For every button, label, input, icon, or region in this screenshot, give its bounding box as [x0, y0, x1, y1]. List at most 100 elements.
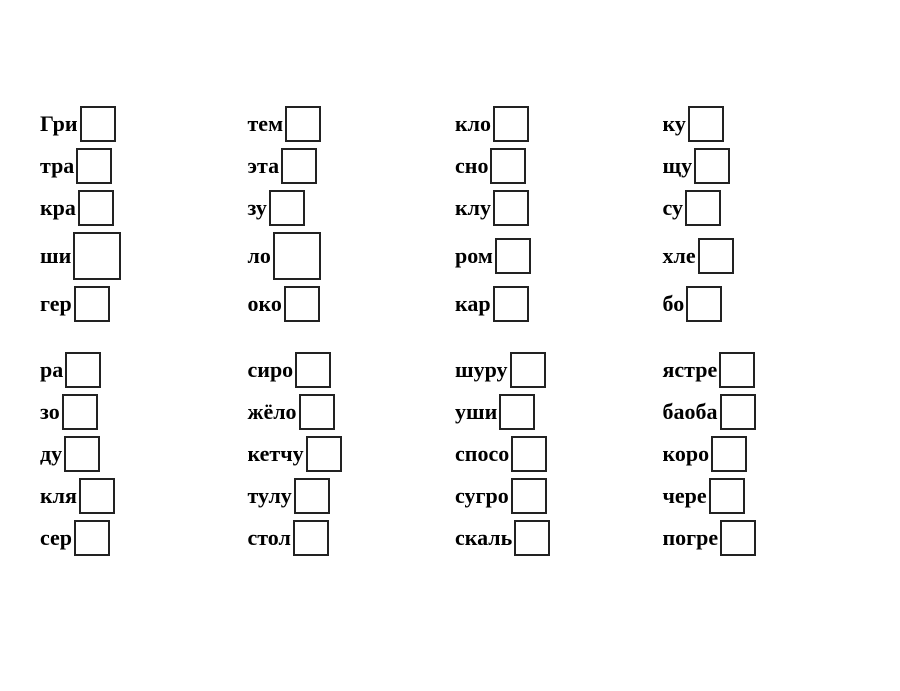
word-prefix: хле — [663, 243, 696, 269]
list-item: око — [248, 286, 446, 322]
list-item: стол — [248, 520, 446, 556]
list-item: скаль — [455, 520, 653, 556]
list-item: сно — [455, 148, 653, 184]
word-box[interactable] — [65, 352, 101, 388]
word-prefix: ястре — [663, 357, 718, 383]
word-box[interactable] — [76, 148, 112, 184]
word-box[interactable] — [493, 286, 529, 322]
list-item: ра — [40, 352, 238, 388]
word-box[interactable] — [688, 106, 724, 142]
word-box[interactable] — [74, 286, 110, 322]
word-prefix: тра — [40, 153, 74, 179]
word-box[interactable] — [293, 520, 329, 556]
word-prefix: гер — [40, 291, 72, 317]
word-prefix: шуру — [455, 357, 508, 383]
word-box[interactable] — [709, 478, 745, 514]
word-prefix: ду — [40, 441, 62, 467]
word-box[interactable] — [299, 394, 335, 430]
word-box[interactable] — [80, 106, 116, 142]
word-prefix: эта — [248, 153, 280, 179]
word-prefix: жёло — [248, 399, 297, 425]
list-item: жёло — [248, 394, 446, 430]
list-item: тулу — [248, 478, 446, 514]
word-box[interactable] — [79, 478, 115, 514]
word-box[interactable] — [495, 238, 531, 274]
word-box[interactable] — [269, 190, 305, 226]
word-prefix: ку — [663, 111, 686, 137]
word-box[interactable] — [73, 232, 121, 280]
word-box[interactable] — [720, 520, 756, 556]
section-2: расирошуруястрезожёлоушибаобадукетчуспос… — [40, 352, 860, 556]
section-1: Гритемклокутраэтаснощукразуклусушилоромх… — [40, 106, 860, 322]
list-item: тра — [40, 148, 238, 184]
list-item: ку — [663, 106, 861, 142]
word-box[interactable] — [294, 478, 330, 514]
word-box[interactable] — [514, 520, 550, 556]
list-item: баоба — [663, 394, 861, 430]
word-prefix: кар — [455, 291, 491, 317]
word-prefix: су — [663, 195, 683, 221]
list-item: тем — [248, 106, 446, 142]
list-item: уши — [455, 394, 653, 430]
word-prefix: тем — [248, 111, 284, 137]
word-prefix: зу — [248, 195, 267, 221]
word-box[interactable] — [685, 190, 721, 226]
word-box[interactable] — [295, 352, 331, 388]
word-box[interactable] — [281, 148, 317, 184]
word-box[interactable] — [306, 436, 342, 472]
word-box[interactable] — [499, 394, 535, 430]
word-box[interactable] — [74, 520, 110, 556]
word-prefix: стол — [248, 525, 291, 551]
list-item: эта — [248, 148, 446, 184]
word-prefix: сно — [455, 153, 488, 179]
word-prefix: ши — [40, 243, 71, 269]
word-box[interactable] — [511, 478, 547, 514]
list-item: зо — [40, 394, 238, 430]
word-prefix: зо — [40, 399, 60, 425]
word-prefix: спосо — [455, 441, 509, 467]
word-prefix: тулу — [248, 483, 292, 509]
list-item: бо — [663, 286, 861, 322]
list-item: зу — [248, 190, 446, 226]
list-item: ром — [455, 232, 653, 280]
word-box[interactable] — [78, 190, 114, 226]
word-prefix: клу — [455, 195, 491, 221]
word-box[interactable] — [510, 352, 546, 388]
word-box[interactable] — [698, 238, 734, 274]
word-box[interactable] — [62, 394, 98, 430]
word-box[interactable] — [719, 352, 755, 388]
word-prefix: уши — [455, 399, 497, 425]
list-item: щу — [663, 148, 861, 184]
word-box[interactable] — [493, 190, 529, 226]
list-item: хле — [663, 232, 861, 280]
word-prefix: ра — [40, 357, 63, 383]
word-box[interactable] — [490, 148, 526, 184]
list-item: сер — [40, 520, 238, 556]
list-item: кля — [40, 478, 238, 514]
list-item: сугро — [455, 478, 653, 514]
list-item: ястре — [663, 352, 861, 388]
word-box[interactable] — [720, 394, 756, 430]
list-item: ши — [40, 232, 238, 280]
word-prefix: бо — [663, 291, 685, 317]
list-item: кар — [455, 286, 653, 322]
word-box[interactable] — [284, 286, 320, 322]
word-box[interactable] — [694, 148, 730, 184]
word-box[interactable] — [511, 436, 547, 472]
word-box[interactable] — [711, 436, 747, 472]
word-box[interactable] — [285, 106, 321, 142]
word-box[interactable] — [686, 286, 722, 322]
list-item: гер — [40, 286, 238, 322]
word-box[interactable] — [64, 436, 100, 472]
list-item: шуру — [455, 352, 653, 388]
list-item: кра — [40, 190, 238, 226]
word-box[interactable] — [493, 106, 529, 142]
list-item: кло — [455, 106, 653, 142]
word-prefix: коро — [663, 441, 710, 467]
word-box[interactable] — [273, 232, 321, 280]
list-item: клу — [455, 190, 653, 226]
word-prefix: сер — [40, 525, 72, 551]
word-prefix: Гри — [40, 111, 78, 137]
list-item: кетчу — [248, 436, 446, 472]
list-item: Гри — [40, 106, 238, 142]
